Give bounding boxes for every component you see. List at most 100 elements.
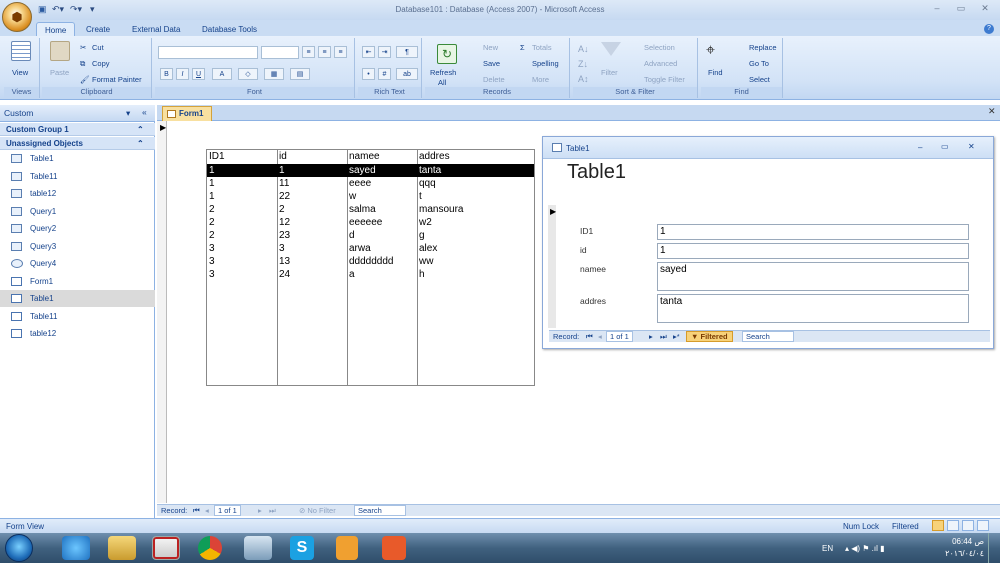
cut-icon[interactable]: ✂ xyxy=(80,43,86,52)
delete-record-button[interactable]: Delete xyxy=(483,75,505,84)
design-view-icon[interactable] xyxy=(977,520,989,531)
align-center-icon[interactable]: ≡ xyxy=(318,46,331,58)
more-button[interactable]: More xyxy=(532,75,549,84)
id-field[interactable]: 1 xyxy=(657,243,969,259)
layout-view-icon[interactable] xyxy=(962,520,974,531)
nav-item[interactable]: table12 xyxy=(0,185,155,202)
namee-field[interactable]: sayed xyxy=(657,262,969,291)
new-record-button[interactable]: New xyxy=(483,43,498,52)
indent-decrease-icon[interactable]: ⇤ xyxy=(362,46,375,58)
advanced-button[interactable]: Advanced xyxy=(644,59,677,68)
fill-color-icon[interactable]: ◇ xyxy=(238,68,258,80)
save-record-button[interactable]: Save xyxy=(483,59,500,68)
nav-group-unassigned[interactable]: Unassigned Objects ⌃ xyxy=(0,137,155,150)
no-filter-toggle[interactable]: ⊘ No Filter xyxy=(299,506,336,515)
popup-minimize-icon[interactable]: – xyxy=(918,143,922,152)
goto-button[interactable]: Go To xyxy=(749,59,769,68)
ie-icon[interactable] xyxy=(62,536,90,560)
font-size-select[interactable] xyxy=(261,46,299,59)
italic-icon[interactable]: I xyxy=(176,68,189,80)
language-indicator[interactable]: EN xyxy=(822,544,833,553)
spelling-button[interactable]: Spelling xyxy=(532,59,559,68)
nav-item[interactable]: Table11 xyxy=(0,168,155,185)
copy-button[interactable]: Copy xyxy=(92,59,110,68)
explorer-icon[interactable] xyxy=(108,536,136,560)
popup-close-icon[interactable]: ✕ xyxy=(968,142,975,151)
align-left-icon[interactable]: ≡ xyxy=(302,46,315,58)
view-icon[interactable] xyxy=(11,41,31,61)
records-list[interactable]: ID1 id namee addres 1 1 sayed tanta 1 11 eeee qqq 1 2… xyxy=(206,149,535,386)
copy-icon[interactable]: ⧉ xyxy=(80,59,85,69)
tab-create[interactable]: Create xyxy=(78,22,118,37)
skype-icon[interactable]: S xyxy=(290,536,314,560)
app-icon[interactable] xyxy=(244,536,272,560)
media-player-icon[interactable] xyxy=(336,536,358,560)
close-form-icon[interactable]: ✕ xyxy=(988,106,996,117)
tab-database-tools[interactable]: Database Tools xyxy=(194,22,265,37)
filtered-toggle[interactable]: ▼ Filtered xyxy=(686,331,733,342)
addres-field[interactable]: tanta xyxy=(657,294,969,323)
nav-item[interactable]: Table11 xyxy=(0,308,155,325)
nav-item[interactable]: Query4 xyxy=(0,255,155,272)
id1-field[interactable]: 1 xyxy=(657,224,969,240)
paragraph-dir-icon[interactable]: ¶ xyxy=(396,46,418,58)
popup-restore-icon[interactable]: ▭ xyxy=(941,142,949,151)
popup-search-box[interactable]: Search xyxy=(742,331,794,342)
first-record-icon[interactable]: ⏮ xyxy=(193,506,200,516)
main-record-position[interactable]: 1 of 1 xyxy=(214,505,241,516)
clock-time[interactable]: 06:44 ص xyxy=(944,537,984,546)
selection-button[interactable]: Selection xyxy=(644,43,675,52)
replace-button[interactable]: Replace xyxy=(749,43,777,52)
binoculars-icon[interactable]: ⌖ xyxy=(706,42,715,60)
last-record-icon[interactable]: ⏭ xyxy=(660,332,667,342)
bold-icon[interactable]: B xyxy=(160,68,173,80)
indent-increase-icon[interactable]: ⇥ xyxy=(378,46,391,58)
select-button[interactable]: Select xyxy=(749,75,770,84)
prev-record-icon[interactable]: ◂ xyxy=(205,506,209,515)
show-desktop-button[interactable] xyxy=(988,533,1000,563)
sort-icons[interactable]: A↓ Z↓ A↕ xyxy=(578,42,589,87)
tray-icons[interactable]: ▴ ◀) ⚑ .ıl ▮ xyxy=(845,544,885,553)
format-painter-button[interactable]: Format Painter xyxy=(92,75,142,84)
prev-record-icon[interactable]: ◂ xyxy=(598,332,602,341)
new-record-icon[interactable]: ▸* xyxy=(673,332,680,341)
tab-external-data[interactable]: External Data xyxy=(124,22,188,37)
find-button[interactable]: Find xyxy=(708,68,723,77)
filter-icon[interactable] xyxy=(601,42,621,56)
help-icon[interactable]: ? xyxy=(984,24,994,34)
totals-button[interactable]: Totals xyxy=(532,43,552,52)
sigma-icon[interactable]: Σ xyxy=(520,43,525,52)
access-icon[interactable] xyxy=(152,536,180,560)
next-record-icon[interactable]: ▸ xyxy=(258,506,262,515)
presentation-icon[interactable] xyxy=(382,536,406,560)
nav-item[interactable]: Query3 xyxy=(0,238,155,255)
filter-button[interactable]: Filter xyxy=(601,68,618,77)
align-right-icon[interactable]: ≡ xyxy=(334,46,347,58)
refresh-button[interactable]: Refresh xyxy=(430,68,456,77)
paste-icon[interactable] xyxy=(50,41,70,61)
first-record-icon[interactable]: ⏮ xyxy=(586,332,593,342)
chrome-icon[interactable] xyxy=(198,536,222,560)
nav-item[interactable]: Table1 xyxy=(0,290,155,307)
font-color-icon[interactable]: A xyxy=(212,68,232,80)
tab-form1[interactable]: Form1 xyxy=(162,106,212,121)
record-selector[interactable] xyxy=(157,121,167,503)
tab-home[interactable]: Home xyxy=(36,22,76,37)
toggle-filter-button[interactable]: Toggle Filter xyxy=(644,75,685,84)
nav-pane-header[interactable]: Custom ▾ « xyxy=(0,105,155,122)
nav-item[interactable]: Query1 xyxy=(0,203,155,220)
datasheet-view-icon[interactable] xyxy=(947,520,959,531)
format-painter-icon[interactable]: 🖌 xyxy=(80,75,90,84)
nav-item[interactable]: table12 xyxy=(0,325,155,342)
refresh-icon[interactable]: ↻ xyxy=(437,44,457,64)
nav-group-custom[interactable]: Custom Group 1 ⌃ xyxy=(0,123,155,136)
numbering-icon[interactable]: # xyxy=(378,68,391,80)
popup-record-position[interactable]: 1 of 1 xyxy=(606,331,633,342)
shutter-bar-close-icon[interactable]: « xyxy=(142,107,147,117)
gridlines-icon[interactable]: ▦ xyxy=(264,68,284,80)
underline-icon[interactable]: U xyxy=(192,68,205,80)
restore-icon[interactable]: ▭ xyxy=(954,3,968,15)
main-search-box[interactable]: Search xyxy=(354,505,406,516)
next-record-icon[interactable]: ▸ xyxy=(649,332,653,341)
nav-item[interactable]: Table1 xyxy=(0,150,155,167)
